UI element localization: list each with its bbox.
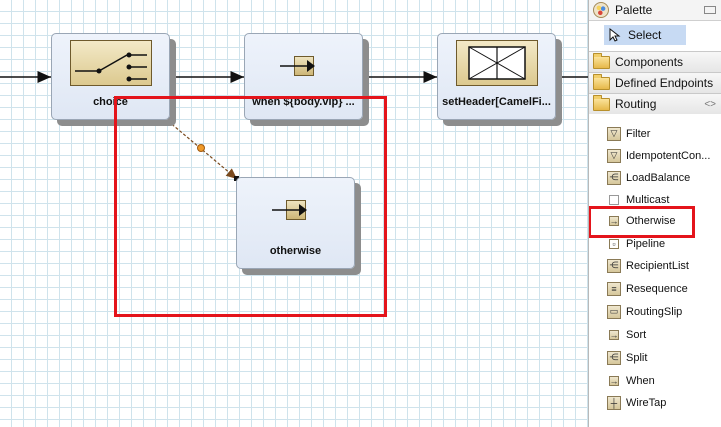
palette-item-recipientlist[interactable]: ⋲ RecipientList bbox=[589, 255, 721, 276]
palette-icon bbox=[593, 2, 609, 18]
pin-drawer-icon[interactable]: <> bbox=[704, 99, 716, 110]
select-tool-button[interactable]: Select bbox=[604, 25, 686, 45]
palette-item-split[interactable]: ⋲ Split bbox=[589, 347, 721, 368]
palette-title: Palette bbox=[615, 3, 653, 17]
wiretap-icon: ┼ bbox=[607, 395, 621, 410]
resequence-icon: ≡ bbox=[607, 281, 621, 296]
drawer-label: Defined Endpoints bbox=[615, 76, 714, 90]
folder-open-icon bbox=[593, 94, 610, 111]
palette-item-label: LoadBalance bbox=[626, 171, 691, 184]
palette-item-wiretap[interactable]: ┼ WireTap bbox=[589, 392, 721, 413]
drawer-defined-endpoints[interactable]: Defined Endpoints bbox=[589, 72, 721, 93]
choice-switch-icon bbox=[69, 40, 152, 86]
palette-item-label: Multicast bbox=[626, 193, 670, 206]
palette-item-resequence[interactable]: ≡ Resequence bbox=[589, 278, 721, 299]
idempotent-consumer-icon: ▽ bbox=[607, 148, 621, 163]
palette-item-idempotent-consumer[interactable]: ▽ IdempotentCon... bbox=[589, 145, 721, 166]
minimize-icon[interactable] bbox=[704, 6, 716, 14]
select-tool-row: Select bbox=[589, 21, 721, 51]
drawer-label: Routing bbox=[615, 97, 657, 111]
palette-item-when[interactable]: → When bbox=[589, 370, 721, 391]
palette-item-label: Resequence bbox=[626, 282, 688, 295]
route-diagram-canvas[interactable]: choice when ${body.vip} ... setHeader[Ca… bbox=[0, 0, 588, 427]
when-icon: → bbox=[609, 375, 619, 386]
setheader-translator-icon bbox=[455, 40, 538, 86]
folder-icon bbox=[593, 52, 610, 69]
palette-item-label: Sort bbox=[626, 328, 647, 341]
sort-icon: → bbox=[609, 329, 619, 340]
palette-item-label: Pipeline bbox=[626, 237, 666, 250]
highlight-box-otherwise-item bbox=[589, 206, 695, 238]
palette-item-loadbalance[interactable]: ⋲ LoadBalance bbox=[589, 167, 721, 188]
palette-panel: Palette Select Components Defined Endpoi… bbox=[588, 0, 721, 427]
highlight-box-otherwise-node bbox=[114, 96, 387, 317]
recipient-list-icon: ⋲ bbox=[607, 258, 621, 273]
drawer-components[interactable]: Components bbox=[589, 51, 721, 72]
routing-items-list: ▽ Filter ▽ IdempotentCon... ⋲ LoadBalanc… bbox=[589, 114, 721, 420]
select-tool-label: Select bbox=[628, 28, 662, 42]
palette-item-routingslip[interactable]: ▭ RoutingSlip bbox=[589, 301, 721, 322]
palette-header: Palette bbox=[589, 0, 721, 21]
palette-item-sort[interactable]: → Sort bbox=[589, 324, 721, 345]
routing-slip-icon: ▭ bbox=[607, 304, 621, 319]
palette-item-label: RecipientList bbox=[626, 259, 689, 272]
drawer-label: Components bbox=[615, 55, 684, 69]
setheader-node[interactable]: setHeader[CamelFi... bbox=[437, 33, 556, 120]
load-balance-icon: ⋲ bbox=[607, 170, 621, 185]
palette-item-label: Split bbox=[626, 351, 648, 364]
palette-item-label: Filter bbox=[626, 127, 651, 140]
multicast-icon bbox=[609, 194, 619, 205]
filter-icon: ▽ bbox=[607, 126, 621, 141]
when-arrow-glyph bbox=[280, 60, 315, 72]
pipeline-icon: ▫ bbox=[609, 238, 619, 249]
split-icon: ⋲ bbox=[607, 350, 621, 365]
drawer-routing[interactable]: Routing <> bbox=[589, 93, 721, 114]
palette-item-label: RoutingSlip bbox=[626, 305, 683, 318]
palette-item-filter[interactable]: ▽ Filter bbox=[589, 123, 721, 144]
palette-item-label: IdempotentCon... bbox=[626, 149, 711, 162]
setheader-node-label: setHeader[CamelFi... bbox=[442, 96, 551, 108]
folder-icon bbox=[593, 73, 610, 90]
palette-item-label: When bbox=[626, 374, 655, 387]
cursor-arrow-icon bbox=[609, 28, 621, 42]
palette-item-label: WireTap bbox=[626, 396, 667, 409]
